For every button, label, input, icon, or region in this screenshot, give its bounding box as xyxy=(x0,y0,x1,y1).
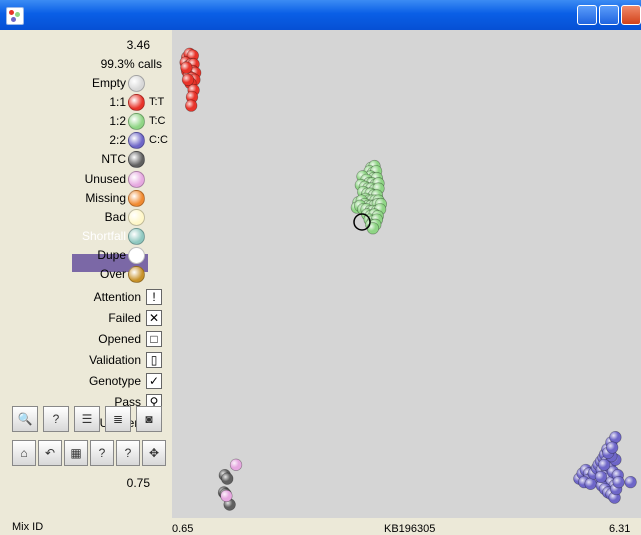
point-1-1-18[interactable] xyxy=(180,61,193,74)
point-2-2-37[interactable] xyxy=(609,431,622,444)
legend-label-shortfall: Shortfall xyxy=(81,228,126,243)
point-2-2-38[interactable] xyxy=(606,441,619,454)
point-ntc-1[interactable] xyxy=(221,472,234,485)
camera-icon[interactable]: ◙ xyxy=(136,406,162,432)
legend-swatch-unused[interactable] xyxy=(128,170,145,188)
question-doc-icon[interactable]: ? xyxy=(43,406,69,432)
title-bar xyxy=(0,0,641,30)
genotype-check-icon[interactable]: ✓ xyxy=(146,373,162,389)
minimize-button[interactable] xyxy=(577,5,597,25)
help-question-icon[interactable]: ? xyxy=(90,440,114,466)
mix-id-label: Mix ID xyxy=(12,521,44,533)
legend-label-2-2: 2:2 xyxy=(109,133,126,148)
flag-label-opened: Opened xyxy=(98,332,141,346)
point-1-1-17[interactable] xyxy=(185,99,198,112)
legend-swatch-1-2[interactable] xyxy=(128,113,145,131)
point-1-2-55[interactable] xyxy=(366,222,380,235)
legend-label-missing: Missing xyxy=(85,190,126,205)
warning-icon[interactable]: ! xyxy=(146,289,162,305)
point-2-2-40[interactable] xyxy=(624,475,637,489)
flag-label-genotype: Genotype xyxy=(88,374,141,388)
fit-arrows-icon[interactable]: ✥ xyxy=(142,440,166,466)
legend-label-dupe: Dupe xyxy=(97,247,126,262)
legend-swatch-empty[interactable] xyxy=(128,75,145,92)
flag-label-failed: Failed xyxy=(108,311,141,325)
genotype-label: T:C xyxy=(149,115,166,128)
point-unused-1[interactable] xyxy=(220,489,233,503)
grid-icon[interactable]: ▦ xyxy=(64,440,88,466)
point-2-2-32[interactable] xyxy=(612,475,625,489)
undo-icon[interactable]: ↶ xyxy=(38,440,62,466)
y-max-value: 3.46 xyxy=(126,38,150,52)
point-2-2-39[interactable] xyxy=(594,470,608,484)
legend-label-1-2: 1:2 xyxy=(109,114,126,129)
sliders-icon[interactable]: ≣ xyxy=(105,406,131,432)
point-unused-0[interactable] xyxy=(229,458,243,471)
legend-swatch-missing[interactable] xyxy=(128,189,145,207)
x-max-value: 6.31 xyxy=(609,523,631,535)
point-1-1-19[interactable] xyxy=(181,73,195,86)
flag-label-attention: Attention xyxy=(93,290,141,304)
app-icon[interactable] xyxy=(6,7,24,25)
legend-swatch-dupe[interactable] xyxy=(128,246,145,264)
zoom-icon[interactable]: 🔍 xyxy=(12,406,38,432)
sidebar: 3.46 99.3% calls Empty 1:1 T:T 1:2 T:C 2:2 C:C… xyxy=(0,30,172,535)
x-axis-label: KB196305 xyxy=(384,523,436,535)
legend-label-ntc: NTC xyxy=(101,152,126,167)
genotype-label: C:C xyxy=(149,134,168,147)
legend-swatch-shortfall[interactable] xyxy=(128,227,145,245)
legend-label-over: Over xyxy=(99,267,126,281)
genotype-label: T:T xyxy=(149,96,165,109)
opened-icon[interactable]: □ xyxy=(146,331,162,347)
x-min-value: 0.65 xyxy=(172,523,194,535)
validation-icon[interactable]: ▯ xyxy=(146,352,162,368)
legend-swatch-ntc[interactable] xyxy=(128,151,145,169)
open-folder-icon[interactable]: ⌂ xyxy=(12,440,36,466)
scatter-svg xyxy=(179,47,637,511)
point-2-2-8[interactable] xyxy=(584,477,597,490)
legend-swatch-1-1[interactable] xyxy=(128,94,145,112)
legend-swatch-2-2[interactable] xyxy=(128,132,145,150)
legend-swatch-over[interactable] xyxy=(128,266,145,283)
failed-x-icon[interactable]: ✕ xyxy=(146,310,162,326)
legend-label-1-1: 1:1 xyxy=(109,95,126,110)
y-min-value: 0.75 xyxy=(126,476,150,490)
close-button[interactable] xyxy=(621,5,641,25)
list-view-icon[interactable]: ☰ xyxy=(74,406,100,432)
point-2-2-34[interactable] xyxy=(598,458,611,471)
legend-label-empty: Empty xyxy=(91,76,126,90)
legend-swatch-bad[interactable] xyxy=(128,208,145,226)
scatter-plot[interactable] xyxy=(172,30,641,518)
legend-label-unused: Unused xyxy=(84,171,126,186)
flag-label-validation: Validation xyxy=(89,353,141,367)
maximize-button[interactable] xyxy=(599,5,619,25)
calls-percent: 99.3% calls xyxy=(100,57,162,71)
legend-label-bad: Bad xyxy=(104,209,126,224)
help-question-icon-2[interactable]: ? xyxy=(116,440,140,466)
